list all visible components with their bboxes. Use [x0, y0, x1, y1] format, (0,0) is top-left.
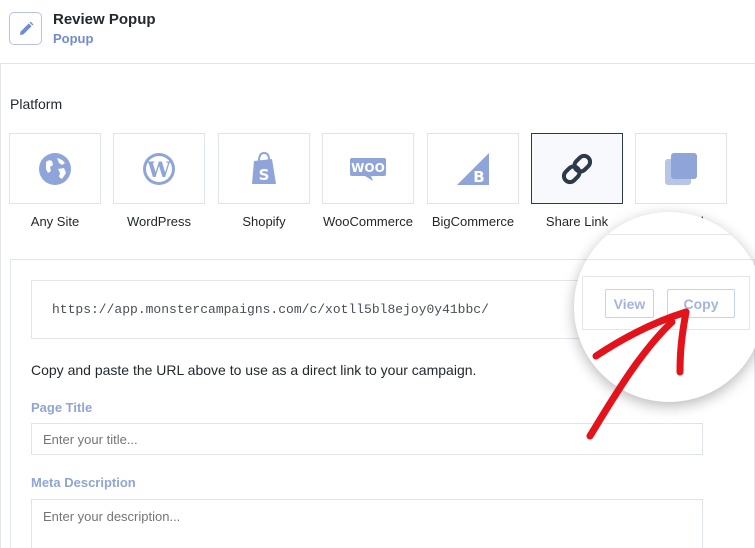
woocommerce-icon: WOO: [350, 157, 386, 181]
meta-description-label: Meta Description: [31, 475, 136, 490]
stack-icon: [665, 152, 697, 185]
svg-text:W: W: [146, 157, 171, 182]
svg-text:WOO: WOO: [351, 161, 385, 175]
platform-tile-any-site[interactable]: [9, 133, 101, 204]
platform-tile-shopify[interactable]: S: [218, 133, 310, 204]
platform-label: WordPress: [126, 214, 192, 229]
platform-label: Shopify: [242, 214, 286, 229]
chain-link-icon: [561, 153, 593, 184]
pencil-icon[interactable]: [9, 12, 42, 45]
platform-label: Any Site: [30, 214, 80, 229]
share-url[interactable]: https://app.monstercampaigns.com/c/xotll…: [52, 302, 489, 317]
magnifier-divider: [574, 259, 755, 260]
view-button[interactable]: View: [605, 289, 654, 318]
campaign-type: Popup: [53, 31, 94, 46]
platform-tile-share-link[interactable]: [531, 133, 623, 204]
platform-tile-woocommerce[interactable]: WOO: [322, 133, 414, 204]
magnifier-divider: [574, 234, 755, 235]
platform-label: WooCommerce: [322, 214, 414, 229]
platform-label: BigCommerce: [431, 214, 515, 229]
campaign-header: Review Popup Popup: [0, 0, 755, 64]
platform-heading: Platform: [10, 96, 63, 112]
meta-description-input[interactable]: [31, 499, 703, 548]
share-help-text: Copy and paste the URL above to use as a…: [31, 362, 477, 378]
svg-text:B: B: [473, 168, 484, 186]
copy-button[interactable]: Copy: [667, 289, 735, 318]
shopify-icon: S: [252, 151, 276, 184]
globe-icon: [39, 152, 71, 185]
wordpress-icon: W: [143, 152, 175, 185]
platform-tile-bigcommerce[interactable]: B: [427, 133, 519, 204]
campaign-title: Review Popup: [53, 11, 156, 28]
platform-tile-wordpress[interactable]: W: [113, 133, 205, 204]
svg-text:S: S: [259, 166, 270, 184]
page-title-input[interactable]: [31, 423, 703, 455]
platform-tile-ead[interactable]: [635, 133, 727, 204]
platform-label: Share Link: [545, 214, 609, 229]
bigcommerce-icon: B: [457, 152, 489, 186]
page-title-label: Page Title: [31, 400, 93, 415]
